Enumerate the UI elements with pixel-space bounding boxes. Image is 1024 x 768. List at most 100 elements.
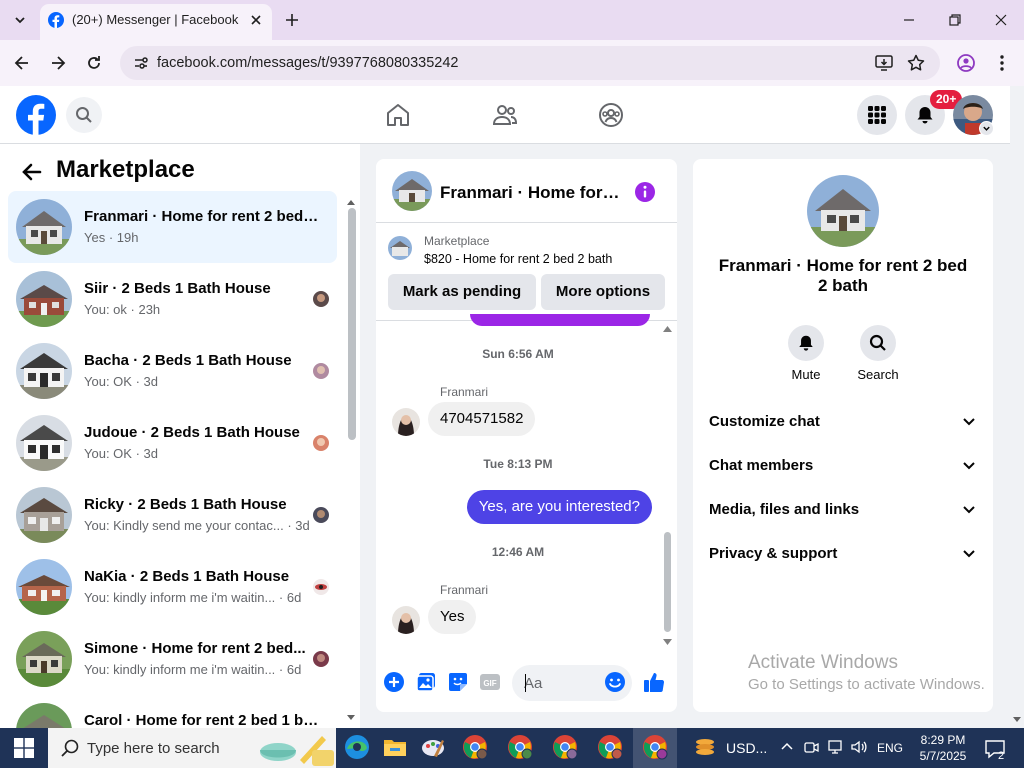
install-app-icon[interactable] <box>874 53 894 73</box>
info-icon[interactable] <box>634 181 656 203</box>
back-arrow-icon[interactable] <box>12 53 32 73</box>
tab-close-icon[interactable] <box>247 11 265 29</box>
marketplace-heading: Marketplace <box>56 156 195 183</box>
more-options-button[interactable]: More options <box>541 274 665 310</box>
grid-icon <box>868 106 886 124</box>
reload-icon[interactable] <box>84 53 104 73</box>
groups-icon[interactable] <box>598 102 624 128</box>
section-label: Customize chat <box>709 412 820 430</box>
conversation-title: Judoue · 2 Beds 1 Bath House <box>84 424 300 441</box>
language-indicator[interactable]: ENG <box>877 741 903 755</box>
emoji-icon[interactable] <box>604 671 626 693</box>
chat-scroll-thumb[interactable] <box>664 532 671 632</box>
media-files-links-section[interactable]: Media, files and links <box>709 497 977 521</box>
chat-members-section[interactable]: Chat members <box>709 453 977 477</box>
chat-list-scroll-thumb[interactable] <box>348 208 356 440</box>
chevron-down-icon <box>963 418 975 426</box>
action-center-icon[interactable]: 2 <box>982 736 1008 762</box>
mute-action[interactable]: Mute <box>776 325 836 382</box>
conversation-row[interactable]: Simone · Home for rent 2 bed... You: kin… <box>8 623 337 695</box>
listing-photo <box>16 487 72 543</box>
account-menu-chevron-icon[interactable] <box>979 121 994 136</box>
svg-text:GIF: GIF <box>483 679 496 688</box>
sender-avatar[interactable] <box>392 408 420 436</box>
facebook-search-button[interactable] <box>66 97 102 133</box>
listing-photo <box>16 415 72 471</box>
clock-time: 8:29 PM <box>920 733 966 747</box>
facebook-logo-icon[interactable] <box>16 95 56 135</box>
mute-button[interactable] <box>788 325 824 361</box>
seen-avatar <box>313 435 329 451</box>
listing-photo <box>16 703 72 728</box>
window-close-icon[interactable] <box>992 11 1010 29</box>
currency-widget-text[interactable]: USD... <box>726 740 767 756</box>
window-minimize-icon[interactable] <box>900 11 918 29</box>
seen-avatar <box>313 651 329 667</box>
site-info-icon[interactable] <box>131 53 151 73</box>
chrome-profile-icon[interactable] <box>597 734 623 760</box>
listing-price-title[interactable]: $820 - Home for rent 2 bed 2 bath <box>424 252 612 266</box>
conversation-preview: You: kindly inform me i'm waitin... · 6d <box>84 662 302 677</box>
seen-avatar <box>313 579 329 595</box>
scroll-up-arrow-icon[interactable] <box>663 325 672 333</box>
conversation-row[interactable]: Ricky · 2 Beds 1 Bath House You: Kindly … <box>8 479 337 551</box>
photo-icon[interactable] <box>415 671 437 693</box>
network-icon[interactable] <box>826 738 844 756</box>
conversation-row[interactable]: Siir · 2 Beds 1 Bath House You: ok · 23h <box>8 263 337 335</box>
sticker-icon[interactable] <box>447 671 469 693</box>
conversation-row[interactable]: NaKia · 2 Beds 1 Bath House You: kindly … <box>8 551 337 623</box>
section-label: Chat members <box>709 456 814 474</box>
chat-window <box>376 159 677 712</box>
chrome-profile-icon[interactable] <box>552 734 578 760</box>
forward-arrow-icon[interactable] <box>48 53 68 73</box>
currency-coins-icon[interactable] <box>694 736 716 758</box>
new-tab-icon[interactable] <box>282 10 302 30</box>
watermark-subtitle: Go to Settings to activate Windows. <box>748 676 985 693</box>
scroll-down-arrow-icon[interactable] <box>663 638 672 646</box>
bookmark-star-icon[interactable] <box>906 53 926 73</box>
tray-overflow-chevron-icon[interactable] <box>778 738 796 756</box>
conversation-row[interactable]: Bacha · 2 Beds 1 Bath House You: OK · 3d <box>8 335 337 407</box>
chat-info-avatar[interactable] <box>807 175 879 247</box>
back-arrow-icon[interactable] <box>20 160 44 184</box>
sender-avatar[interactable] <box>392 606 420 634</box>
conversation-row[interactable]: Judoue · 2 Beds 1 Bath House You: OK · 3… <box>8 407 337 479</box>
browser-menu-icon[interactable] <box>992 53 1012 73</box>
mark-as-pending-button[interactable]: Mark as pending <box>388 274 536 310</box>
chrome-profile-icon[interactable] <box>507 734 533 760</box>
chrome-profile-icon[interactable] <box>642 734 668 760</box>
chat-title[interactable]: Franmari · Home for rent 2 bed 2 bath <box>440 183 620 203</box>
paint-app-icon[interactable] <box>420 734 446 760</box>
message-bubble-incoming[interactable]: Yes <box>428 600 477 634</box>
conversation-row[interactable]: Franmari · Home for rent 2 bed 2 bath Ye… <box>8 191 337 263</box>
plus-circle-icon[interactable] <box>383 671 405 693</box>
edge-browser-icon[interactable] <box>344 734 370 760</box>
volume-icon[interactable] <box>850 738 868 756</box>
message-bubble-outgoing-partial <box>470 314 650 326</box>
browser-profile-icon[interactable] <box>956 53 976 73</box>
window-restore-icon[interactable] <box>946 11 964 29</box>
listing-photo <box>16 271 72 327</box>
privacy-support-section[interactable]: Privacy & support <box>709 541 977 565</box>
taskbar-clock[interactable]: 8:29 PM 5/7/2025 <box>908 732 978 764</box>
windows-start-icon[interactable] <box>14 738 34 758</box>
meet-now-icon[interactable] <box>802 738 820 756</box>
gif-icon[interactable]: GIF <box>479 671 501 693</box>
url-text[interactable]: facebook.com/messages/t/9397768080335242 <box>157 55 459 71</box>
search-action[interactable]: Search <box>848 325 908 382</box>
customize-chat-section[interactable]: Customize chat <box>709 409 977 433</box>
menu-grid-button[interactable] <box>857 95 897 135</box>
message-bubble-outgoing[interactable]: Yes, are you interested? <box>466 490 652 524</box>
thumbs-up-icon[interactable] <box>643 671 665 693</box>
chevron-down-icon <box>963 462 975 470</box>
file-explorer-icon[interactable] <box>382 734 408 760</box>
friends-icon[interactable] <box>492 102 518 128</box>
message-bubble-incoming[interactable]: 4704571582 <box>428 402 536 436</box>
chrome-profile-icon[interactable] <box>462 734 488 760</box>
conversation-row[interactable]: Carol · Home for rent 2 bed 1 bath <box>8 695 337 728</box>
home-icon[interactable] <box>385 102 411 128</box>
tab-search-button[interactable] <box>8 8 32 32</box>
chat-listing-avatar[interactable] <box>392 171 432 211</box>
page-scrollbar[interactable] <box>1010 86 1024 728</box>
search-in-chat-button[interactable] <box>860 325 896 361</box>
